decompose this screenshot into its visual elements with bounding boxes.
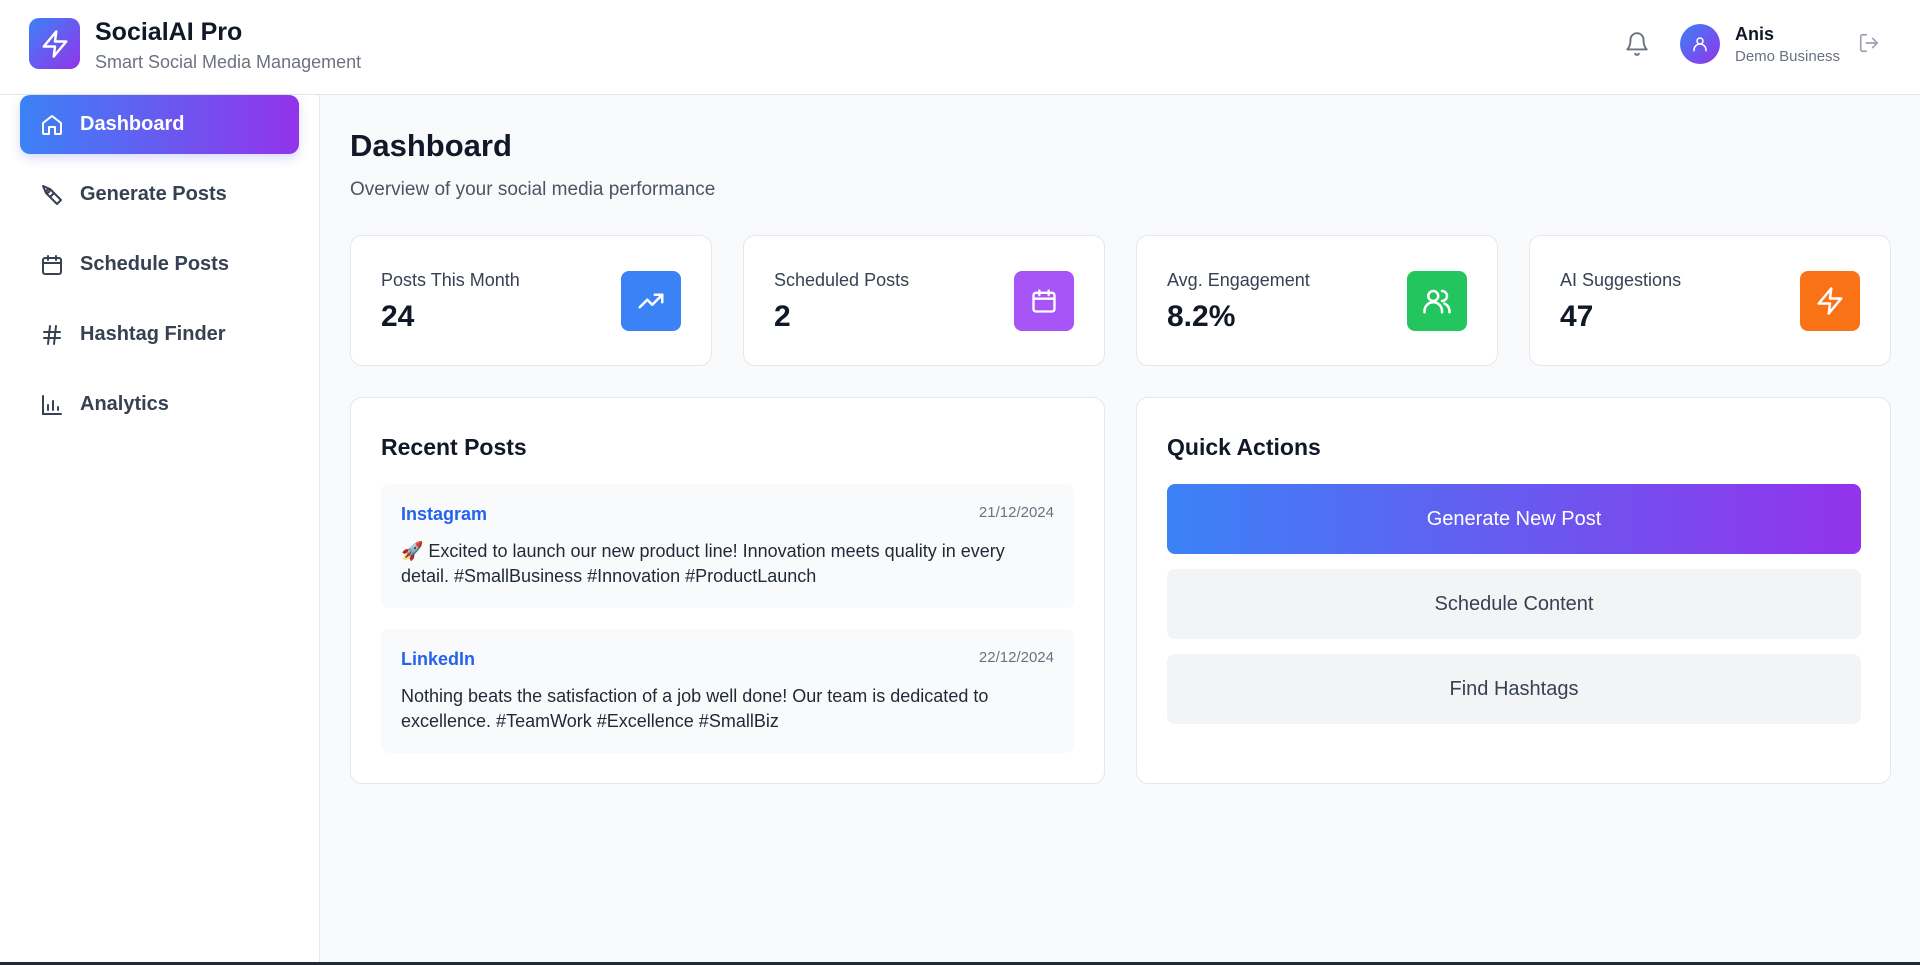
stat-icon-box bbox=[621, 271, 681, 331]
zap-icon bbox=[42, 29, 67, 58]
avatar[interactable] bbox=[1680, 24, 1720, 64]
stat-card-scheduled-posts: Scheduled Posts 2 bbox=[743, 235, 1105, 366]
sidebar-item-label: Analytics bbox=[80, 393, 169, 415]
page-subtitle: Overview of your social media performanc… bbox=[350, 179, 716, 200]
bell-icon[interactable] bbox=[1624, 31, 1650, 57]
hash-icon bbox=[43, 324, 61, 345]
calendar-icon bbox=[1032, 289, 1056, 313]
stat-icon-box bbox=[1014, 271, 1074, 331]
post-platform: Instagram bbox=[401, 504, 488, 524]
logout-icon[interactable] bbox=[1858, 32, 1880, 54]
stat-card-posts-this-month: Posts This Month 24 bbox=[350, 235, 712, 366]
stat-value: 47 bbox=[1560, 300, 1594, 333]
trending-up-icon bbox=[638, 293, 664, 309]
stat-icon-box bbox=[1800, 271, 1860, 331]
post-platform: LinkedIn bbox=[401, 649, 476, 669]
stat-card-avg-engagement: Avg. Engagement 8.2% bbox=[1136, 235, 1498, 366]
user-business: Demo Business bbox=[1735, 48, 1841, 65]
sidebar-item-hashtag-finder[interactable]: Hashtag Finder bbox=[20, 305, 299, 364]
zap-icon bbox=[1817, 287, 1843, 315]
post-text: Nothing beats the satisfaction of a job … bbox=[401, 686, 989, 731]
quick-actions-title: Quick Actions bbox=[1167, 434, 1321, 460]
stat-icon-box bbox=[1407, 271, 1467, 331]
app-title: SocialAI Pro bbox=[95, 18, 243, 46]
top-header: SocialAI Pro Smart Social Media Manageme… bbox=[0, 0, 1920, 95]
page-title: Dashboard bbox=[350, 128, 512, 163]
post-text: 🚀 Excited to launch our new product line… bbox=[401, 541, 1005, 586]
quick-actions-panel: Quick Actions Generate New Post Schedule… bbox=[1136, 397, 1891, 784]
sidebar-item-label: Schedule Posts bbox=[80, 253, 229, 275]
stat-label: Avg. Engagement bbox=[1167, 270, 1310, 290]
recent-posts-title: Recent Posts bbox=[381, 434, 527, 460]
schedule-content-button[interactable]: Schedule Content bbox=[1167, 569, 1861, 639]
sidebar-item-generate-posts[interactable]: Generate Posts bbox=[20, 165, 299, 224]
app-subtitle: Smart Social Media Management bbox=[95, 52, 362, 72]
app-logo[interactable] bbox=[29, 18, 80, 69]
post-date: 22/12/2024 bbox=[978, 649, 1054, 666]
post-date: 21/12/2024 bbox=[978, 504, 1054, 521]
stat-value: 2 bbox=[774, 300, 791, 333]
users-icon bbox=[1423, 289, 1451, 314]
sidebar-item-label: Generate Posts bbox=[80, 183, 227, 205]
pen-tool-icon bbox=[42, 184, 62, 205]
stat-card-ai-suggestions: AI Suggestions 47 bbox=[1529, 235, 1891, 366]
stat-value: 24 bbox=[381, 300, 415, 333]
sidebar-item-dashboard[interactable]: Dashboard bbox=[20, 95, 299, 154]
user-icon bbox=[1693, 37, 1707, 52]
list-item[interactable]: Instagram 21/12/2024 🚀 Excited to launch… bbox=[381, 484, 1074, 608]
stat-label: Posts This Month bbox=[381, 270, 520, 290]
stat-label: AI Suggestions bbox=[1560, 270, 1682, 290]
stat-value: 8.2% bbox=[1167, 300, 1236, 333]
sidebar-item-label: Hashtag Finder bbox=[80, 323, 226, 345]
recent-posts-panel: Recent Posts Instagram 21/12/2024 🚀 Exci… bbox=[350, 397, 1105, 784]
list-item[interactable]: LinkedIn 22/12/2024 Nothing beats the sa… bbox=[381, 629, 1074, 753]
home-icon bbox=[42, 114, 62, 135]
generate-new-post-button[interactable]: Generate New Post bbox=[1167, 484, 1861, 554]
stat-label: Scheduled Posts bbox=[774, 270, 910, 290]
sidebar-item-label: Dashboard bbox=[80, 113, 185, 135]
calendar-icon bbox=[42, 254, 62, 275]
find-hashtags-button[interactable]: Find Hashtags bbox=[1167, 654, 1861, 724]
user-name: Anis bbox=[1735, 24, 1775, 44]
sidebar-item-analytics[interactable]: Analytics bbox=[20, 375, 299, 434]
bar-chart-icon bbox=[42, 394, 62, 415]
sidebar-item-schedule-posts[interactable]: Schedule Posts bbox=[20, 235, 299, 294]
sidebar: Dashboard Generate Posts Schedule Posts … bbox=[0, 95, 320, 965]
